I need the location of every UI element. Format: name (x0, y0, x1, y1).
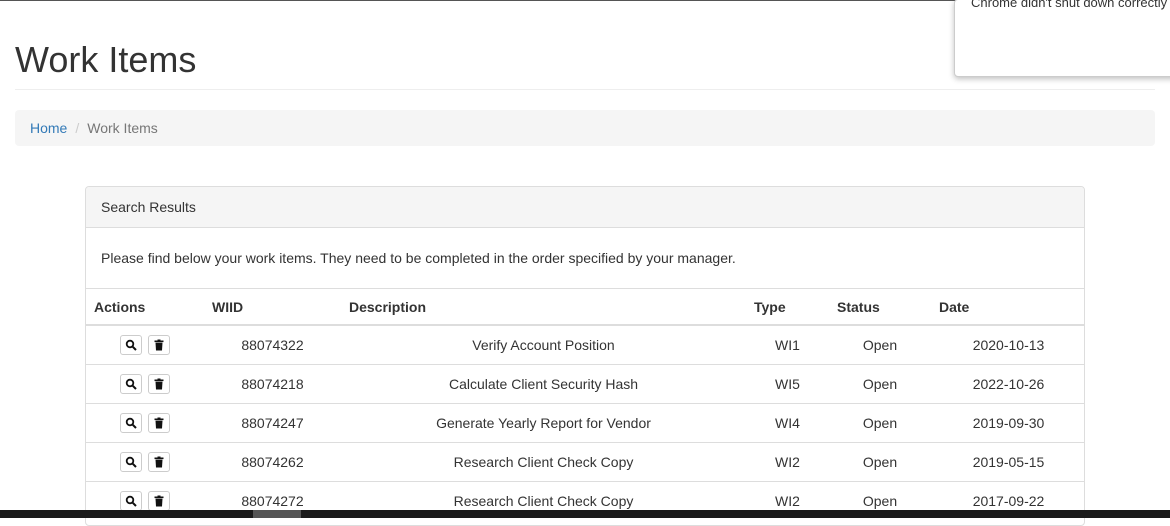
search-icon (125, 378, 137, 390)
breadcrumb: Home / Work Items (15, 110, 1155, 146)
row-status: Open (829, 441, 931, 481)
trash-icon (154, 417, 164, 428)
row-date: 2019-05-15 (931, 441, 1084, 481)
trash-icon (154, 378, 164, 389)
delete-button[interactable] (147, 334, 170, 355)
search-results-panel: Search Results Please find below your wo… (85, 186, 1085, 526)
breadcrumb-current: Work Items (87, 120, 158, 136)
table-row: 88074322 Verify Account Position WI1 Ope… (86, 324, 1084, 364)
delete-button[interactable] (147, 412, 170, 433)
search-icon (125, 339, 137, 351)
row-wiid: 88074262 (204, 441, 341, 481)
notification-text: Chrome didn't shut down correctly (971, 0, 1168, 10)
header-type[interactable]: Type (746, 289, 829, 326)
row-description: Calculate Client Security Hash (341, 363, 746, 403)
row-actions (86, 363, 204, 403)
row-date: 2020-10-13 (931, 324, 1084, 364)
search-icon (125, 417, 137, 429)
row-status: Open (829, 363, 931, 403)
header-status[interactable]: Status (829, 289, 931, 326)
view-button[interactable] (120, 451, 143, 472)
view-button[interactable] (120, 412, 143, 433)
delete-button[interactable] (147, 490, 170, 511)
trash-icon (154, 456, 164, 467)
view-button[interactable] (120, 373, 143, 394)
search-icon (125, 456, 137, 468)
header-actions: Actions (86, 289, 204, 326)
row-type: WI4 (746, 402, 829, 442)
header-date[interactable]: Date (931, 289, 1084, 326)
breadcrumb-home-link[interactable]: Home (30, 120, 67, 136)
row-description: Research Client Check Copy (341, 441, 746, 481)
row-type: WI1 (746, 324, 829, 364)
row-wiid: 88074218 (204, 363, 341, 403)
row-type: WI5 (746, 363, 829, 403)
chrome-restore-notification[interactable]: Chrome didn't shut down correctly (954, 0, 1170, 77)
delete-button[interactable] (147, 373, 170, 394)
delete-button[interactable] (147, 451, 170, 472)
title-divider (15, 89, 1155, 90)
breadcrumb-separator: / (75, 120, 80, 136)
row-description: Generate Yearly Report for Vendor (341, 402, 746, 442)
page-title: Work Items (15, 39, 197, 80)
header-wiid[interactable]: WIID (204, 289, 341, 326)
row-status: Open (829, 324, 931, 364)
row-date: 2019-09-30 (931, 402, 1084, 442)
trash-icon (154, 495, 164, 507)
row-wiid: 88074322 (204, 324, 341, 364)
row-description: Verify Account Position (341, 324, 746, 364)
row-actions (86, 441, 204, 481)
row-date: 2022-10-26 (931, 363, 1084, 403)
table-row: 88074247 Generate Yearly Report for Vend… (86, 402, 1084, 442)
table-header-row: Actions WIID Description Type Status Dat… (86, 289, 1084, 326)
search-icon (125, 495, 137, 507)
row-wiid: 88074247 (204, 402, 341, 442)
table-row: 88074218 Calculate Client Security Hash … (86, 363, 1084, 403)
work-items-table: Actions WIID Description Type Status Dat… (86, 289, 1084, 520)
trash-icon (154, 339, 164, 351)
panel-description: Please find below your work items. They … (86, 228, 1084, 289)
panel-heading: Search Results (86, 187, 1084, 228)
row-type: WI2 (746, 441, 829, 481)
row-actions (86, 402, 204, 442)
header-description[interactable]: Description (341, 289, 746, 326)
view-button[interactable] (120, 490, 143, 511)
view-button[interactable] (120, 334, 143, 355)
table-row: 88074262 Research Client Check Copy WI2 … (86, 441, 1084, 481)
row-actions (86, 324, 204, 364)
row-status: Open (829, 402, 931, 442)
